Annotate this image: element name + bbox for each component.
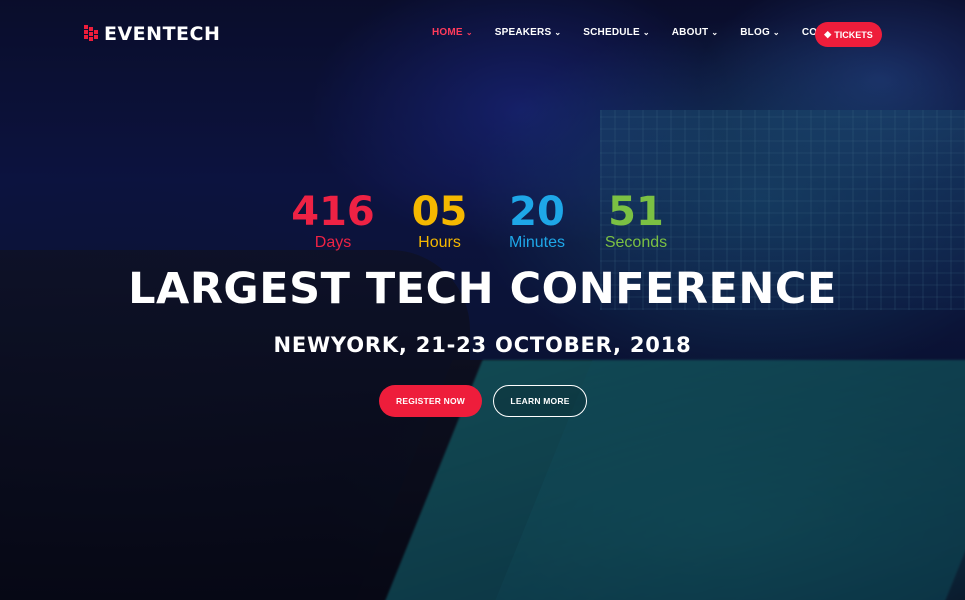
countdown-minutes-label: Minutes <box>508 234 566 251</box>
hero-cta-group: REGISTER NOW LEARN MORE <box>379 385 587 417</box>
nav-item-label: SCHEDULE <box>583 27 640 38</box>
countdown-seconds: 51 Seconds <box>587 190 685 252</box>
countdown-days-value: 416 <box>291 189 375 235</box>
site-logo[interactable]: EVENTECH <box>84 23 220 45</box>
nav-item-home[interactable]: HOME ⌄ <box>432 27 473 38</box>
countdown-days-label: Days <box>314 234 352 251</box>
nav-item-label: ABOUT <box>671 27 709 38</box>
countdown-hours-label: Hours <box>418 234 461 251</box>
logo-mark-icon <box>84 25 98 43</box>
register-now-label: REGISTER NOW <box>396 396 465 406</box>
site-header: EVENTECH HOME ⌄ SPEAKERS ⌄ SCHEDULE ⌄ AB… <box>0 0 965 68</box>
chevron-down-icon: ⌄ <box>772 28 780 37</box>
tickets-button[interactable]: ◆ TICKETS <box>815 22 882 47</box>
chevron-down-icon: ⌄ <box>642 28 650 37</box>
countdown-hours: 05 Hours <box>392 190 487 252</box>
chevron-down-icon: ⌄ <box>554 28 562 37</box>
hero-subline: NEWYORK, 21-23 OCTOBER, 2018 <box>273 333 692 357</box>
main-navigation: HOME ⌄ SPEAKERS ⌄ SCHEDULE ⌄ ABOUT ⌄ BLO… <box>432 27 873 38</box>
logo-text: EVENTECH <box>104 23 221 45</box>
countdown-minutes: 20 Minutes <box>487 190 587 252</box>
nav-item-label: SPEAKERS <box>494 27 552 38</box>
nav-item-label: BLOG <box>740 27 770 38</box>
chevron-down-icon: ⌄ <box>711 28 719 37</box>
countdown-minutes-value: 20 <box>509 189 565 235</box>
hero-headline: LARGEST TECH CONFERENCE <box>128 264 837 314</box>
ticket-icon: ◆ <box>824 29 832 39</box>
learn-more-button[interactable]: LEARN MORE <box>493 385 587 417</box>
learn-more-label: LEARN MORE <box>510 396 570 406</box>
nav-item-speakers[interactable]: SPEAKERS ⌄ <box>495 27 562 38</box>
tickets-label: TICKETS <box>834 29 873 40</box>
nav-item-blog[interactable]: BLOG ⌄ <box>740 27 780 38</box>
nav-item-schedule[interactable]: SCHEDULE ⌄ <box>583 27 650 38</box>
register-now-button[interactable]: REGISTER NOW <box>379 385 482 417</box>
chevron-down-icon: ⌄ <box>465 28 473 37</box>
countdown-seconds-label: Seconds <box>604 234 668 251</box>
countdown-hours-value: 05 <box>411 189 468 235</box>
nav-item-about[interactable]: ABOUT ⌄ <box>672 27 718 38</box>
countdown-days: 416 Days <box>274 190 392 252</box>
countdown-seconds-value: 51 <box>608 189 664 235</box>
event-countdown: 416 Days 05 Hours 20 Minutes 51 Seconds <box>0 190 965 252</box>
nav-item-label: HOME <box>432 27 463 38</box>
